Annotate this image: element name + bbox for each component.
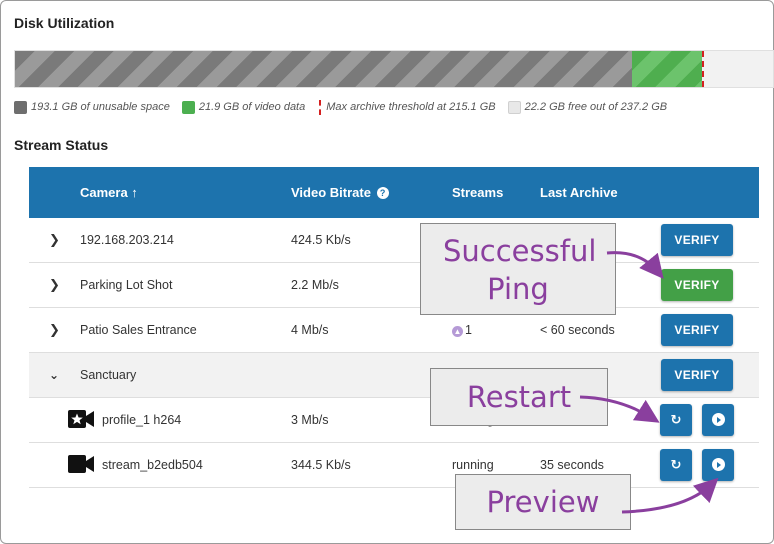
callout-ping-text: Successful Ping (443, 234, 597, 306)
question-circle-icon[interactable]: ? (376, 187, 389, 199)
free-swatch (507, 100, 521, 114)
column-header-last-archive: Last Archive (540, 167, 618, 218)
table-row: ❯ Parking Lot Shot 2.2 Mb/s VERIFY (29, 263, 759, 308)
table-row: ❯ Patio Sales Entrance 4 Mb/s ▲ 1 < 60 se… (29, 308, 759, 353)
stream-status-table: Camera ↑ Video Bitrate ? Streams Last Ar… (29, 167, 759, 488)
callout-preview-text: Preview (486, 485, 600, 519)
unusable-space-segment (15, 51, 633, 87)
play-circle-icon (711, 458, 725, 471)
legend-unusable-label: 193.1 GB of unusable space (31, 101, 170, 113)
refresh-icon: ↻ (670, 457, 682, 472)
table-row-expanded: ⌄ Sanctuary VERIFY (29, 353, 759, 398)
bitrate-value: 3 Mb/s (291, 413, 329, 427)
unusable-swatch (14, 100, 27, 114)
restart-button[interactable]: ↻ (660, 404, 692, 436)
column-bitrate-label: Video Bitrate (291, 185, 371, 200)
legend-unusable: 193.1 GB of unusable space (14, 100, 170, 114)
preview-button[interactable] (702, 449, 734, 481)
chevron-right-icon[interactable]: ❯ (49, 218, 60, 262)
table-header: Camera ↑ Video Bitrate ? Streams Last Ar… (29, 167, 759, 218)
callout-preview: Preview (455, 474, 631, 530)
stream-name: profile_1 h264 (102, 413, 182, 427)
refresh-icon: ↻ (670, 412, 682, 427)
verify-button[interactable]: VERIFY (661, 314, 733, 346)
camera-name: 192.168.203.214 (80, 233, 174, 247)
column-camera-label: Camera ↑ (80, 185, 138, 200)
camera-star-icon (68, 410, 94, 428)
callout-restart-text: Restart (466, 380, 572, 414)
column-last-archive-label: Last Archive (540, 185, 618, 200)
legend-free: 22.2 GB free out of 237.2 GB (507, 100, 668, 114)
column-streams-label: Streams (452, 185, 504, 200)
legend-free-label: 22.2 GB free out of 237.2 GB (524, 101, 668, 113)
threshold-swatch (319, 99, 322, 115)
chevron-down-icon[interactable]: ⌄ (49, 353, 59, 397)
chevron-right-icon[interactable]: ❯ (49, 263, 60, 307)
stream-row: profile_1 h264 3 Mb/s running 35 seconds… (29, 398, 759, 443)
bitrate-value: 2.2 Mb/s (291, 278, 339, 292)
legend-threshold: Max archive threshold at 215.1 GB (317, 99, 496, 115)
camera-name: Parking Lot Shot (80, 278, 173, 292)
play-circle-icon (711, 413, 725, 426)
column-header-bitrate: Video Bitrate ? (291, 167, 389, 218)
legend-threshold-label: Max archive threshold at 215.1 GB (326, 101, 496, 113)
disk-utilization-bar (14, 50, 774, 88)
camera-name: Sanctuary (80, 368, 137, 382)
callout-restart: Restart (430, 368, 608, 426)
callout-successful-ping: Successful Ping (420, 223, 616, 315)
stream-row: stream_b2edb504 344.5 Kb/s running 35 se… (29, 443, 759, 488)
streams-count-value: 1 (465, 323, 472, 337)
table-row: ❯ 192.168.203.214 424.5 Kb/s VERIFY (29, 218, 759, 263)
legend-video: 21.9 GB of video data (181, 100, 306, 114)
disk-utilization-title: Disk Utilization (14, 15, 115, 31)
video-swatch (181, 100, 195, 114)
bitrate-value: 424.5 Kb/s (291, 233, 351, 247)
video-data-segment (632, 51, 703, 87)
verify-button[interactable]: VERIFY (661, 224, 733, 256)
camera-name: Patio Sales Entrance (80, 323, 197, 337)
preview-button[interactable] (702, 404, 734, 436)
restart-button[interactable]: ↻ (660, 449, 692, 481)
arrow-up-circle-icon: ▲ (452, 326, 463, 337)
legend-video-label: 21.9 GB of video data (198, 101, 306, 113)
chevron-right-icon[interactable]: ❯ (49, 308, 60, 352)
bitrate-value: 344.5 Kb/s (291, 458, 351, 472)
column-header-camera[interactable]: Camera ↑ (80, 167, 138, 218)
stream-name: stream_b2edb504 (102, 458, 203, 472)
archive-threshold-marker (702, 51, 705, 87)
verify-button[interactable]: VERIFY (661, 359, 733, 391)
stream-status-title: Stream Status (14, 137, 109, 153)
video-camera-icon (68, 455, 94, 473)
disk-legend: 193.1 GB of unusable space 21.9 GB of vi… (14, 99, 679, 115)
verify-button-success[interactable]: VERIFY (661, 269, 733, 301)
bitrate-value: 4 Mb/s (291, 323, 329, 337)
column-header-streams: Streams (452, 167, 503, 218)
